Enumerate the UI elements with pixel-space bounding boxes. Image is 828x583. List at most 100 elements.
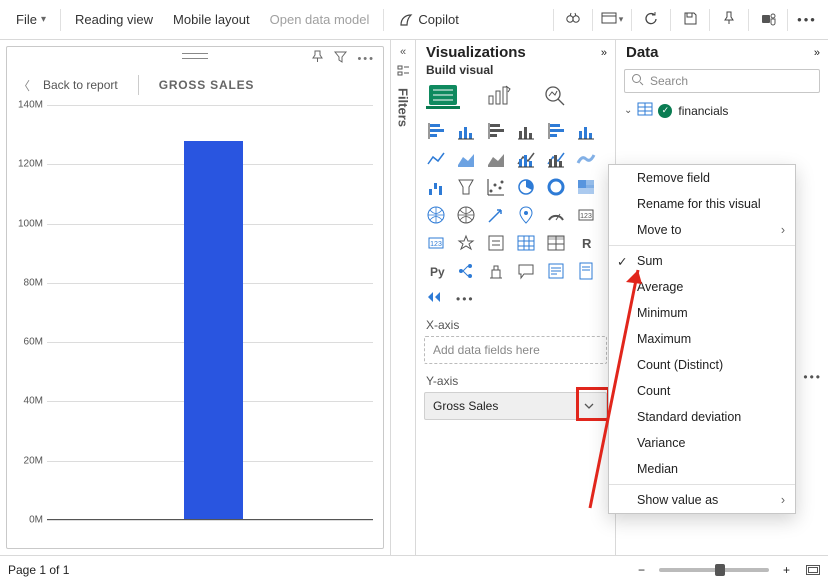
viz-area[interactable] [454,147,480,171]
ctx-median[interactable]: Median [609,456,795,482]
fit-to-page-icon[interactable] [806,565,820,575]
viz-gauge[interactable] [544,203,570,227]
pin-visual-icon[interactable] [311,50,324,68]
table-node[interactable]: ⌄ ✓ financials [624,101,820,120]
xaxis-field-well[interactable]: Add data fields here [424,336,607,364]
ctx-count[interactable]: Count [609,378,795,404]
teams-button[interactable] [753,5,783,35]
viz-goals[interactable] [484,259,510,283]
toolbar-separator [60,9,61,31]
viz-line[interactable] [424,147,450,171]
viz-r[interactable]: R [574,231,600,255]
yaxis-field-pill[interactable]: Gross Sales [424,392,607,420]
extend-visuals-icon[interactable] [426,289,448,308]
visual-card[interactable]: ••• 〈 Back to report GROSS SALES 0M20M40… [6,46,384,549]
viz-paginated[interactable] [574,259,600,283]
collapse-pane-icon[interactable]: » [601,47,607,59]
viz-shape-map[interactable] [484,203,510,227]
refresh-button[interactable] [636,5,666,35]
expand-icon[interactable]: « [400,46,406,58]
viz-line-stacked[interactable] [514,147,540,171]
overflow-ellipsis-icon: ••• [803,370,822,384]
viz-card[interactable]: 123 [574,203,600,227]
viz-map[interactable] [424,203,450,227]
analytics-tab[interactable] [538,83,572,109]
file-menu[interactable]: File ▾ [6,6,56,33]
viz-ribbon[interactable] [574,147,600,171]
layout-dropdown[interactable]: ▾ [597,5,627,35]
more-visuals-icon[interactable]: ••• [456,292,475,306]
copilot-icon [398,12,414,28]
viz-100-bar[interactable] [544,119,570,143]
viz-kpi[interactable] [454,231,480,255]
xaxis-section-label: X-axis [416,310,615,334]
top-toolbar: File ▾ Reading view Mobile layout Open d… [0,0,828,40]
viz-line-clustered[interactable] [544,147,570,171]
viz-waterfall[interactable] [424,175,450,199]
ctx-move-to[interactable]: Move to› [609,217,795,243]
reading-view-button[interactable]: Reading view [65,6,163,33]
ctx-show-value-as[interactable]: Show value as› [609,487,795,513]
data-search-input[interactable]: Search [624,69,820,93]
drag-handle-icon[interactable] [182,53,208,59]
teams-icon [761,11,776,29]
viz-python[interactable]: Py [424,259,450,283]
collapse-pane-icon[interactable]: » [814,47,820,59]
save-button[interactable] [675,5,705,35]
submenu-chevron-icon: › [781,223,785,237]
zoom-out-button[interactable]: − [632,563,651,577]
bar[interactable] [184,141,243,520]
viz-stacked-bar[interactable] [424,119,450,143]
ctx-count-distinct[interactable]: Count (Distinct) [609,352,795,378]
ctx-remove-field[interactable]: Remove field [609,165,795,191]
toolbar-separator [592,9,593,31]
table-active-badge-icon: ✓ [658,104,672,118]
viz-filled-map[interactable] [454,203,480,227]
ctx-average[interactable]: Average [609,274,795,300]
ctx-variance[interactable]: Variance [609,430,795,456]
ctx-stddev[interactable]: Standard deviation [609,404,795,430]
viz-matrix[interactable] [544,231,570,255]
copilot-button[interactable]: Copilot [388,6,468,34]
filter-visual-icon[interactable] [334,50,347,68]
viz-slicer[interactable] [484,231,510,255]
visualization-type-gallery: 123 123 R Py [416,115,615,287]
viz-multi-card[interactable]: 123 [424,231,450,255]
viz-decomposition[interactable] [454,259,480,283]
viz-clustered-column[interactable] [514,119,540,143]
format-visual-tab[interactable] [482,83,516,109]
chevron-down-icon: ▾ [619,14,624,25]
viz-stacked-column[interactable] [454,119,480,143]
explore-button[interactable] [558,5,588,35]
viz-narrative[interactable] [544,259,570,283]
viz-stacked-area[interactable] [484,147,510,171]
ctx-rename-field[interactable]: Rename for this visual [609,191,795,217]
zoom-in-button[interactable]: + [777,563,796,577]
viz-treemap[interactable] [574,175,600,199]
mobile-layout-button[interactable]: Mobile layout [163,6,260,33]
back-to-report-link[interactable]: Back to report [43,78,118,92]
pin-button[interactable] [714,5,744,35]
more-visual-icon[interactable]: ••• [357,53,375,65]
zoom-slider[interactable] [659,568,769,572]
viz-donut[interactable] [544,175,570,199]
toolbar-separator [631,9,632,31]
viz-funnel[interactable] [454,175,480,199]
viz-100-column[interactable] [574,119,600,143]
build-visual-tab[interactable] [426,83,460,109]
viz-scatter[interactable] [484,175,510,199]
viz-table[interactable] [514,231,540,255]
open-data-model-label: Open data model [270,12,370,27]
viz-azure-map[interactable] [514,203,540,227]
viz-pie[interactable] [514,175,540,199]
viz-clustered-bar[interactable] [484,119,510,143]
ctx-maximum[interactable]: Maximum [609,326,795,352]
toolbar-separator [709,9,710,31]
filters-pane-collapsed[interactable]: « Filters [390,40,416,555]
more-button[interactable]: ••• [792,5,822,35]
viz-qna[interactable] [514,259,540,283]
ctx-minimum[interactable]: Minimum [609,300,795,326]
back-chevron-icon[interactable]: 〈 [17,77,31,94]
expand-chevron-icon[interactable]: ⌄ [624,105,632,116]
ctx-sum[interactable]: ✓Sum [609,248,795,274]
